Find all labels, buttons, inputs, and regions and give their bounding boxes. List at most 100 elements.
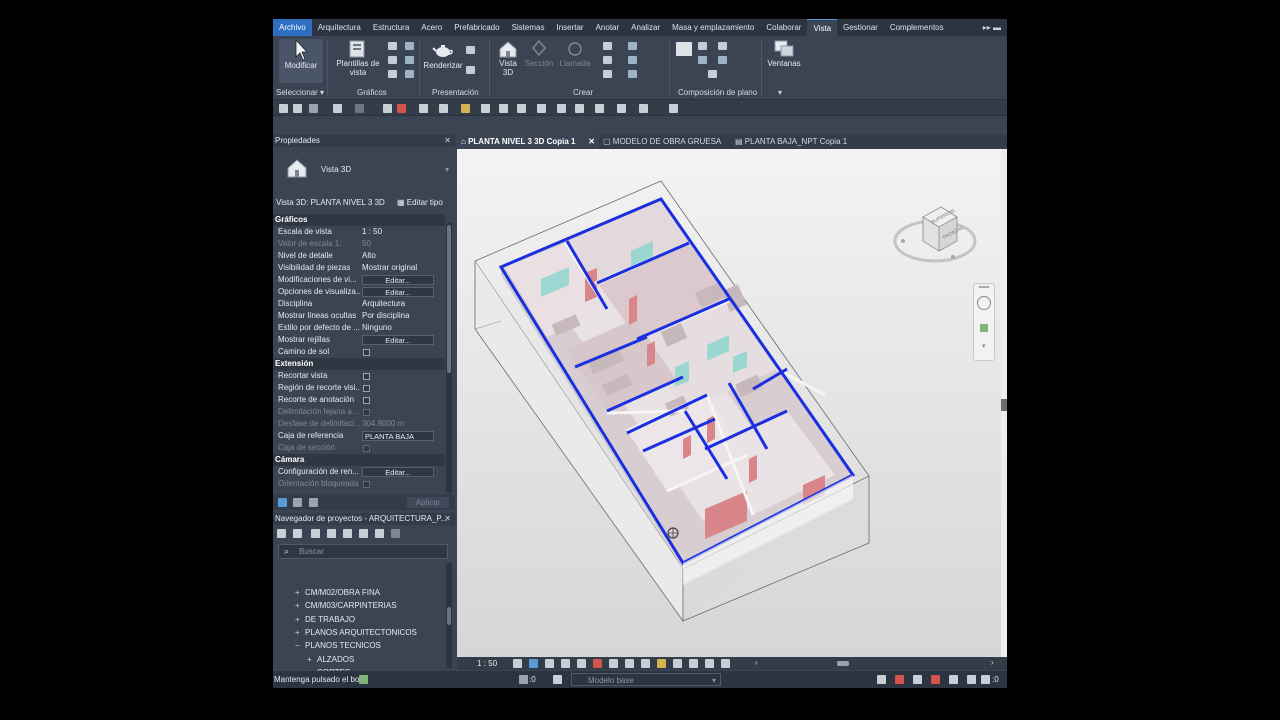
select-pinned-icon[interactable] [913,675,922,684]
view-scale[interactable]: 1 : 50 [477,658,497,669]
3d-view-button[interactable]: Vista 3D [494,39,522,77]
open-icon[interactable] [279,104,288,113]
lock-view-icon[interactable] [625,659,634,668]
tab-modelo-obra-gruesa[interactable]: ▢ MODELO DE OBRA GRUESA [603,134,731,149]
measure-icon[interactable] [419,104,428,113]
tab-prefabricado[interactable]: Prefabricado [448,19,505,36]
properties-sort-za-icon[interactable] [309,498,318,507]
browser-link-icon[interactable] [391,529,400,538]
detail-level-icon[interactable] [513,659,522,668]
property-value[interactable]: Mostrar original [362,262,444,274]
select-group-label[interactable]: Seleccionar ▾ [276,87,324,99]
sheet-icon[interactable] [676,42,692,56]
scope-box-select[interactable]: PLANTA BAJA [362,431,434,441]
zoom-icon[interactable] [980,324,988,332]
close-inactive-icon[interactable] [557,104,566,113]
render-cloud-icon[interactable] [466,66,475,74]
nav-expand-icon[interactable]: ▾ [982,342,986,350]
view-templates-button[interactable]: Plantillas de vista [333,39,383,77]
edit-button[interactable]: Editar... [362,467,434,477]
tab-arquitectura[interactable]: Arquitectura [312,19,367,36]
browser-tool-3-icon[interactable] [311,529,320,538]
crop-view-icon[interactable] [593,659,602,668]
sun-path-icon[interactable] [545,659,554,668]
section-qat-icon[interactable] [517,104,526,113]
property-value[interactable]: Ninguno [362,322,444,334]
view-reference-icon[interactable] [708,70,717,78]
browser-item-de-trabajo[interactable]: + DE TRABAJO [295,613,355,626]
ribbon-expand-arrow[interactable]: ▾ [778,87,782,99]
shadows-icon[interactable] [561,659,570,668]
temporary-hide-icon[interactable] [641,659,650,668]
workset-icon[interactable] [519,675,528,684]
viewcube[interactable]: SUPERIOR FRONTAL [893,197,983,269]
tab-insertar[interactable]: Insertar [550,19,589,36]
steering-wheel-icon[interactable] [977,296,991,310]
visual-style-icon[interactable] [529,659,538,668]
dropdown-qat-icon[interactable] [639,104,648,113]
show-hidden-lines-icon[interactable] [405,56,414,64]
reveal-hidden-icon[interactable] [657,659,666,668]
guide-grid-icon[interactable] [698,56,707,64]
analytical-model-icon[interactable] [689,659,698,668]
legends-icon[interactable] [628,56,637,64]
sync-icon[interactable] [309,104,318,113]
properties-scroll-thumb[interactable] [447,225,451,373]
browser-tool-6-icon[interactable] [359,529,368,538]
reveal-constraints-icon[interactable] [721,659,730,668]
tab-sistemas[interactable]: Sistemas [506,19,551,36]
tab-planta-nivel-3-3d[interactable]: ⌂ PLANTA NIVEL 3 3D Copia 1 ✕ [457,134,599,149]
property-checkbox[interactable] [363,373,370,380]
status-worksharing-icon[interactable] [359,675,368,684]
property-value[interactable]: Alto [362,250,444,262]
drag-elements-icon[interactable] [949,675,958,684]
properties-close-icon[interactable]: ✕ [444,135,451,147]
highlight-displacement-icon[interactable] [705,659,714,668]
browser-tool-7-icon[interactable] [375,529,384,538]
browser-tool-2-icon[interactable] [293,529,302,538]
elevation-icon[interactable] [603,56,612,64]
select-links-icon[interactable] [877,675,886,684]
collapse-icon[interactable]: − [295,639,305,652]
callout-button[interactable]: Llamada [558,39,592,68]
apply-button[interactable]: Aplicar [407,497,449,508]
property-checkbox[interactable] [363,397,370,404]
viewport-scrollbar[interactable] [1001,149,1007,657]
hscroll-right-icon[interactable]: › [991,658,994,667]
cut-profile-icon[interactable] [388,70,397,78]
3d-viewport[interactable]: SUPERIOR FRONTAL ▾ [457,149,1001,657]
hscroll-thumb[interactable] [837,661,849,666]
background-process-icon[interactable] [967,675,976,684]
show-crop-icon[interactable] [609,659,618,668]
wall-icon[interactable] [617,104,626,113]
browser-item-cm-m03-carpinterias[interactable]: + CM/M03/CARPINTERIAS [295,599,397,612]
section-graphics[interactable]: Gráficos [273,214,445,226]
properties-sort-az-icon[interactable] [293,498,302,507]
design-option-select[interactable]: Modelo base ▾ [571,673,721,686]
customize-qat-icon[interactable] [595,104,604,113]
expand-icon[interactable]: + [307,653,317,666]
select-by-face-icon[interactable] [931,675,940,684]
properties-sort-icon[interactable] [278,498,287,507]
switch-windows-icon[interactable] [575,104,584,113]
edit-type-button[interactable]: ▦ Editar tipo [397,196,443,210]
plan-views-icon[interactable] [603,42,612,50]
tab-masa-emplazamiento[interactable]: Masa y emplazamiento [666,19,760,36]
tab-vista[interactable]: Vista [807,19,838,36]
worksharing-icon[interactable] [673,659,682,668]
nav-bar-grip[interactable] [979,286,989,288]
section-button[interactable]: Sección [522,39,556,68]
tab-archivo[interactable]: Archivo [273,19,312,36]
qat-more-icon[interactable] [669,104,678,113]
property-value[interactable]: Arquitectura [362,298,444,310]
tab-overflow-icon[interactable]: ▸▸ ▬ [983,23,1007,32]
tab-gestionar[interactable]: Gestionar [837,19,884,36]
modify-button[interactable]: Modificar [279,39,323,83]
browser-tool-1-icon[interactable] [277,529,286,538]
browser-search-field[interactable]: ⌕ Buscar [278,544,448,559]
walkthrough-icon[interactable] [466,46,475,54]
browser-scroll-thumb[interactable] [447,607,451,625]
expand-icon[interactable]: + [295,599,305,612]
tag-icon[interactable] [461,104,470,113]
hscroll-left-icon[interactable]: ‹ [755,658,758,667]
